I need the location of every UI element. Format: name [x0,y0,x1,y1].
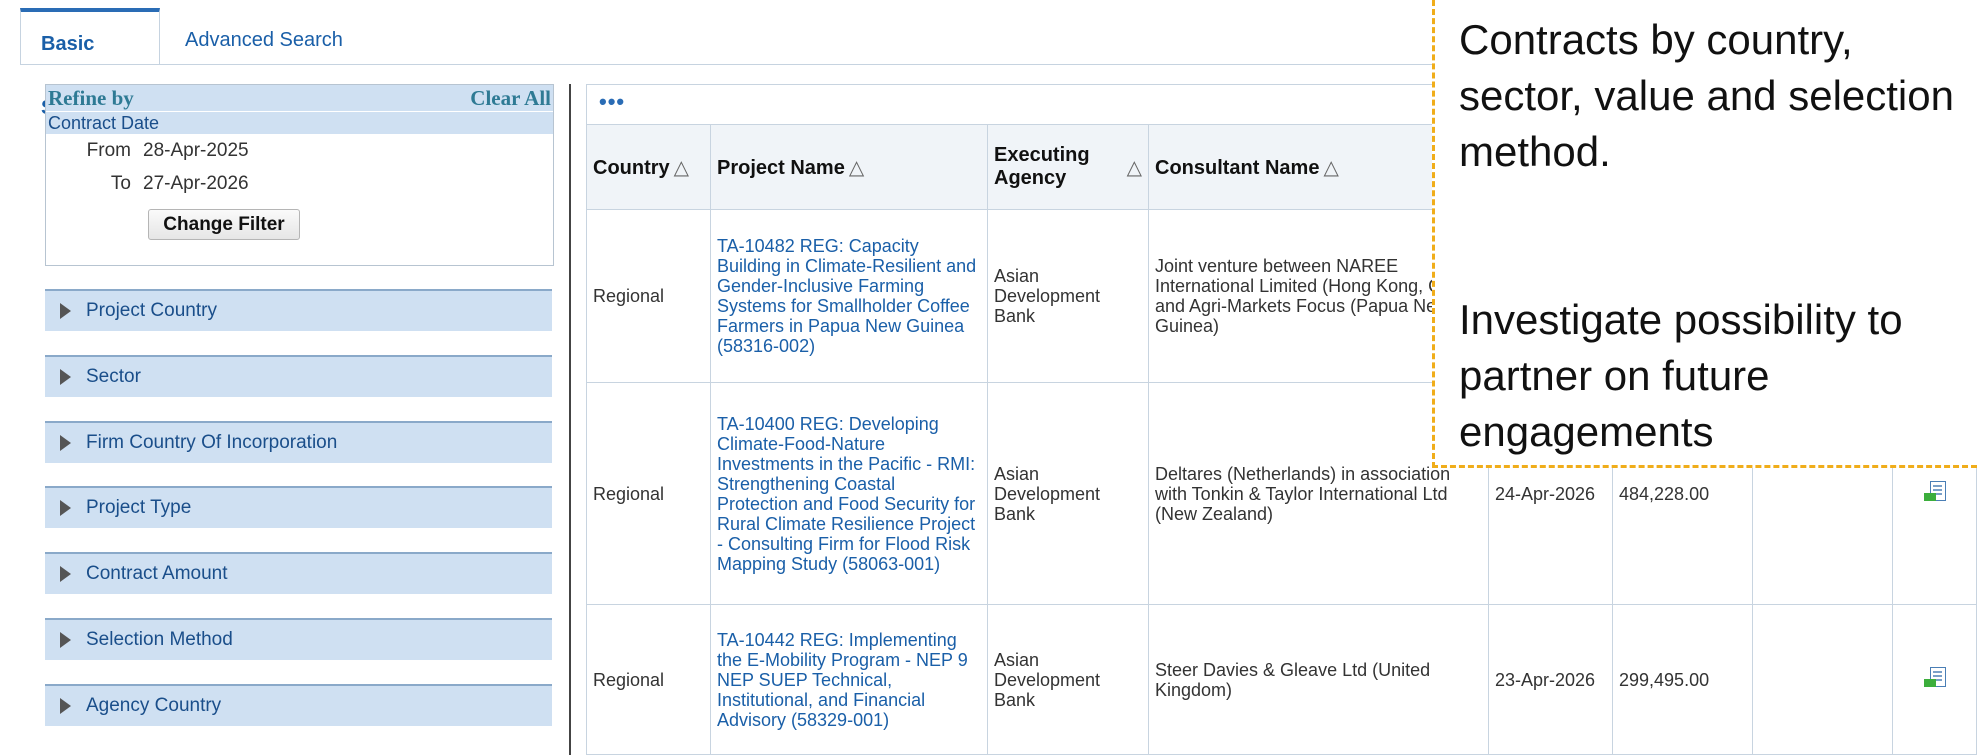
col-agency-header[interactable]: Executing Agency △ [987,124,1149,210]
tab-advanced-search[interactable]: Advanced Search [165,8,363,64]
facet-project-type[interactable]: Project Type [45,486,552,528]
facet-label: Selection Method [86,629,233,650]
expand-triangle-icon [60,303,71,319]
facet-sector[interactable]: Sector [45,355,552,397]
expand-triangle-icon [60,435,71,451]
panel-divider[interactable] [569,84,571,755]
facet-contract-amount[interactable]: Contract Amount [45,552,552,594]
cell-project-link[interactable]: TA-10400 REG: Developing Climate-Food-Na… [710,382,988,605]
from-label: From [86,139,131,161]
sort-icon[interactable]: △ [1127,155,1142,180]
cell-country: Regional [586,209,711,383]
header-label: Consultant Name [1155,156,1320,179]
clear-all-link[interactable]: Clear All [470,86,551,111]
expand-triangle-icon [60,566,71,582]
sort-icon[interactable]: △ [849,157,864,179]
cell-agency: Asian Development Bank [987,382,1149,605]
refine-title: Refine by [48,85,134,110]
cell-project-link[interactable]: TA-10482 REG: Capacity Building in Clima… [710,209,988,383]
callout-text-2: Investigate possibility to partner on fu… [1459,296,1903,455]
expand-triangle-icon [60,500,71,516]
facet-selection-method[interactable]: Selection Method [45,618,552,660]
export-document-icon[interactable] [1923,666,1946,689]
callout-text-1: Contracts by country, sector, value and … [1459,16,1954,175]
cell-amount: 299,495.00 [1612,604,1753,755]
facet-label: Sector [86,366,141,387]
to-label: To [110,172,131,194]
sort-icon[interactable]: △ [674,157,689,179]
sort-icon[interactable]: △ [1323,157,1338,179]
header-label: Project Name [717,156,845,179]
date-to-row: To 27-Apr-2026 [46,167,553,200]
cell-consultant: Steer Davies & Gleave Ltd (United Kingdo… [1148,604,1489,755]
cell-date: 23-Apr-2026 [1488,604,1613,755]
header-label: Country [593,156,670,179]
more-menu-icon[interactable]: ••• [599,89,625,115]
cell-project-link[interactable]: TA-10442 REG: Implementing the E-Mobilit… [710,604,988,755]
facet-label: Agency Country [86,695,222,716]
expand-triangle-icon [60,369,71,385]
cell-agency: Asian Development Bank [987,209,1149,383]
change-filter-button[interactable]: Change Filter [148,209,300,240]
refine-header: Refine by Clear All [46,85,553,111]
facet-project-country[interactable]: Project Country [45,289,552,331]
expand-triangle-icon [60,632,71,648]
table-row: Regional TA-10442 REG: Implementing the … [586,604,1977,755]
contract-date-label: Contract Date [46,112,553,134]
facet-agency-country[interactable]: Agency Country [45,684,552,726]
facet-label: Project Type [86,497,192,518]
header-label: Executing Agency [994,144,1090,189]
col-country-header[interactable]: Country △ [586,124,711,210]
cell-action [1892,604,1977,755]
cell-agency: Asian Development Bank [987,604,1149,755]
facet-label: Firm Country Of Incorporation [86,432,338,453]
cell-country: Regional [586,604,711,755]
annotation-callout: Contracts by country, sector, value and … [1432,0,1977,468]
to-value: 27-Apr-2026 [143,172,249,194]
tab-basic-search[interactable]: Basic Search [20,8,160,119]
date-from-row: From 28-Apr-2025 [46,134,553,167]
export-document-icon[interactable] [1923,480,1946,503]
cell-country: Regional [586,382,711,605]
facet-label: Contract Amount [86,563,228,584]
cell-empty [1752,604,1893,755]
from-value: 28-Apr-2025 [143,139,249,161]
col-project-header[interactable]: Project Name △ [710,124,988,210]
refine-panel: Refine by Clear All Contract Date From 2… [45,84,554,266]
facet-label: Project Country [86,300,217,321]
expand-triangle-icon [60,698,71,714]
facet-firm-country[interactable]: Firm Country Of Incorporation [45,421,552,463]
